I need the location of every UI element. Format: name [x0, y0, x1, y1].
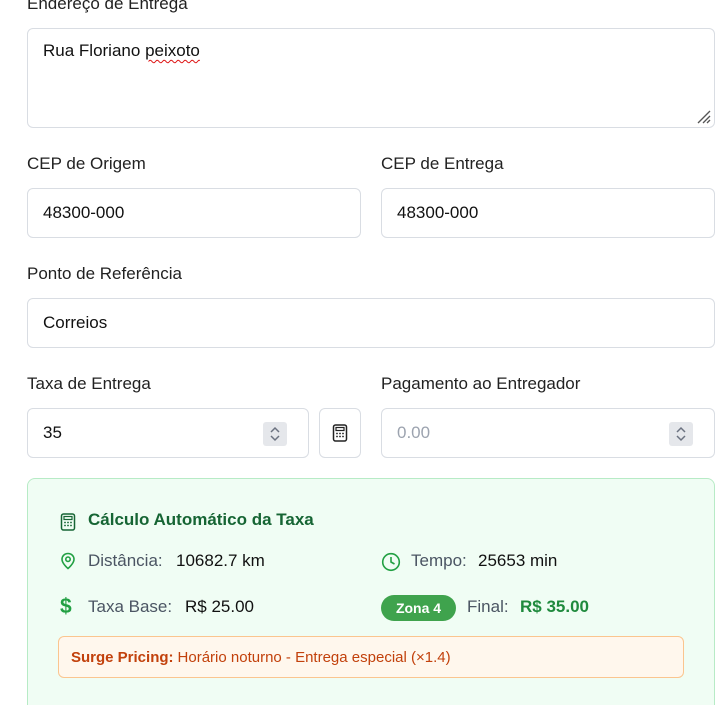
delivery-fee-label: Taxa de Entrega [27, 374, 151, 393]
courier-payment-label: Pagamento ao Entregador [381, 374, 581, 393]
time-value: 25653 min [478, 551, 558, 570]
address-textarea[interactable]: Rua Floriano peixoto [27, 28, 715, 128]
calculator-icon [332, 424, 348, 442]
final-value: R$ 35.00 [520, 597, 589, 616]
surge-pricing-alert: Surge Pricing: Horário noturno - Entrega… [58, 636, 684, 678]
cep-origin-value: 48300-000 [43, 203, 125, 222]
courier-payment-spinner-icon[interactable] [669, 422, 693, 446]
final-label: Final: [467, 597, 509, 616]
cep-delivery-input[interactable]: 48300-000 [381, 188, 715, 238]
cep-origin-label: CEP de Origem [27, 154, 146, 173]
calculator-icon [60, 513, 76, 531]
delivery-fee-spinner-icon[interactable] [263, 422, 287, 446]
reference-label: Ponto de Referência [27, 264, 182, 283]
surge-pricing-text: Horário noturno - Entrega especial (×1.4… [177, 648, 451, 666]
distance-value: 10682.7 km [176, 551, 265, 570]
auto-calc-title: Cálculo Automático da Taxa [88, 510, 314, 529]
distance-label: Distância: [88, 551, 163, 570]
delivery-fee-value: 35 [43, 423, 62, 442]
address-label: Endereço de Entrega [27, 0, 188, 13]
base-fee-label: Taxa Base: [88, 597, 173, 616]
dollar-icon: $ [60, 595, 72, 618]
surge-pricing-title: Surge Pricing: [71, 648, 174, 666]
cep-origin-input[interactable]: 48300-000 [27, 188, 361, 238]
zone-badge: Zona 4 [381, 595, 456, 621]
reference-input[interactable]: Correios [27, 298, 715, 348]
reference-value: Correios [43, 313, 108, 332]
cep-delivery-label: CEP de Entrega [381, 154, 504, 173]
courier-payment-input[interactable]: 0.00 [381, 408, 715, 458]
calculate-fee-button[interactable] [319, 408, 361, 458]
base-fee-value: R$ 25.00 [185, 597, 254, 616]
courier-payment-placeholder: 0.00 [397, 423, 431, 442]
resize-grip-icon[interactable] [695, 108, 711, 124]
clock-icon [381, 552, 401, 572]
delivery-fee-input[interactable]: 35 [27, 408, 309, 458]
map-pin-icon [61, 552, 75, 570]
address-text-misspelled: peixoto [145, 41, 200, 60]
time-label: Tempo: [411, 551, 467, 570]
cep-delivery-value: 48300-000 [397, 203, 479, 222]
address-text-1: Rua Floriano [43, 41, 146, 60]
